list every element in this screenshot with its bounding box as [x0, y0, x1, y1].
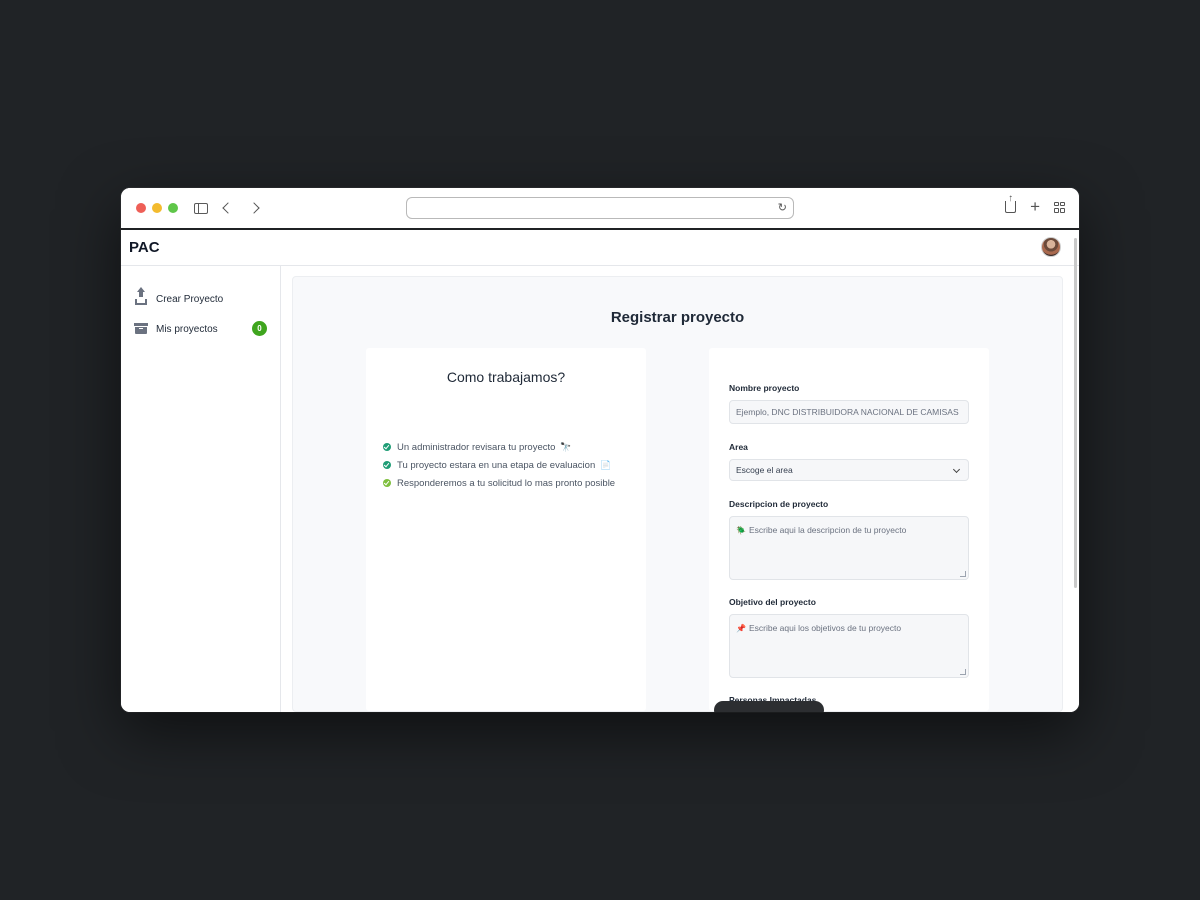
address-bar[interactable]: ↻ [406, 197, 794, 219]
sidebar-item-label: Crear Proyecto [156, 293, 224, 305]
app-header: PAC [121, 230, 1079, 266]
register-panel: Registrar proyecto Como trabajamos? Un a… [292, 276, 1063, 712]
name-label: Nombre proyecto [729, 383, 800, 393]
list-item: Un administrador revisara tu proyecto 🔭 [383, 438, 646, 456]
objective-label: Objetivo del proyecto [729, 597, 816, 607]
document-icon: 📄 [600, 459, 612, 470]
step-text: Un administrador revisara tu proyecto [397, 441, 556, 453]
sidebar-item-label: Mis proyectos [156, 323, 218, 335]
floating-toolbar[interactable] [714, 701, 824, 712]
objective-textarea[interactable]: 📌 Escribe aqui los objetivos de tu proyec… [729, 614, 969, 678]
project-form-card: Nombre proyecto Ejemplo, DNC DISTRIBUIDO… [709, 348, 989, 711]
area-label: Area [729, 442, 748, 452]
new-tab-icon[interactable]: + [1030, 198, 1040, 215]
main-content: Registrar proyecto Como trabajamos? Un a… [282, 266, 1079, 712]
step-text: Responderemos a tu solicitud lo mas pron… [397, 477, 616, 489]
project-name-input[interactable]: Ejemplo, DNC DISTRIBUIDORA NACIONAL DE C… [729, 400, 969, 424]
bug-icon: 🪲 [736, 526, 746, 535]
list-item: Responderemos a tu solicitud lo mas pron… [383, 474, 646, 492]
check-circle-icon [383, 479, 391, 487]
zoom-window-button[interactable] [168, 203, 178, 213]
description-placeholder: Escribe aqui la descripcion de tu proyec… [748, 525, 907, 535]
archive-icon [134, 322, 148, 334]
description-textarea[interactable]: 🪲 Escribe aqui la descripcion de tu proye… [729, 516, 969, 580]
user-avatar[interactable] [1041, 237, 1061, 257]
check-circle-icon [383, 461, 391, 469]
chevron-down-icon [952, 465, 961, 474]
tab-overview-icon[interactable] [1054, 201, 1065, 213]
project-name-placeholder: Ejemplo, DNC DISTRIBUIDORA NACIONAL DE C… [736, 407, 959, 417]
upload-icon [135, 286, 147, 305]
browser-actions: + [1005, 193, 1065, 215]
area-selected-value: Escoge el area [736, 465, 793, 475]
pushpin-icon: 📌 [736, 624, 746, 633]
browser-window: ↻ + PAC Crear Proyecto Mis proyectos 0 [121, 188, 1079, 712]
sidebar-item-mis-proyectos[interactable]: Mis proyectos 0 [121, 314, 280, 344]
description-label: Descripcion de proyecto [729, 499, 829, 509]
list-item: Tu proyecto estara en una etapa de evalu… [383, 456, 646, 474]
check-circle-icon [383, 443, 391, 451]
sidebar: Crear Proyecto Mis proyectos 0 [121, 266, 281, 712]
sidebar-toggle-icon[interactable] [194, 202, 208, 214]
area-select[interactable]: Escoge el area [729, 459, 969, 481]
sidebar-item-crear-proyecto[interactable]: Crear Proyecto [121, 284, 280, 314]
close-window-button[interactable] [136, 203, 146, 213]
page-title: Registrar proyecto [610, 309, 745, 326]
window-controls [136, 203, 178, 213]
browser-toolbar: ↻ + [121, 188, 1079, 230]
steps-list: Un administrador revisara tu proyecto 🔭 … [366, 438, 646, 492]
card-title: Como trabajamos? [446, 369, 566, 385]
share-icon[interactable] [1005, 193, 1017, 213]
reload-icon[interactable]: ↻ [778, 201, 787, 214]
app-brand[interactable]: PAC [129, 239, 160, 256]
objective-placeholder: Escribe aqui los objetivos de tu proyect… [748, 623, 902, 633]
forward-arrow-icon[interactable] [248, 202, 260, 214]
minimize-window-button[interactable] [152, 203, 162, 213]
how-we-work-card: Como trabajamos? Un administrador revisa… [366, 348, 646, 711]
projects-count-badge: 0 [252, 321, 267, 336]
telescope-icon: 🔭 [560, 441, 572, 452]
back-arrow-icon[interactable] [222, 202, 234, 214]
step-text: Tu proyecto estara en una etapa de evalu… [397, 459, 596, 471]
project-form: Nombre proyecto Ejemplo, DNC DISTRIBUIDO… [709, 348, 989, 705]
app: PAC Crear Proyecto Mis proyectos 0 Regis… [121, 230, 1079, 712]
